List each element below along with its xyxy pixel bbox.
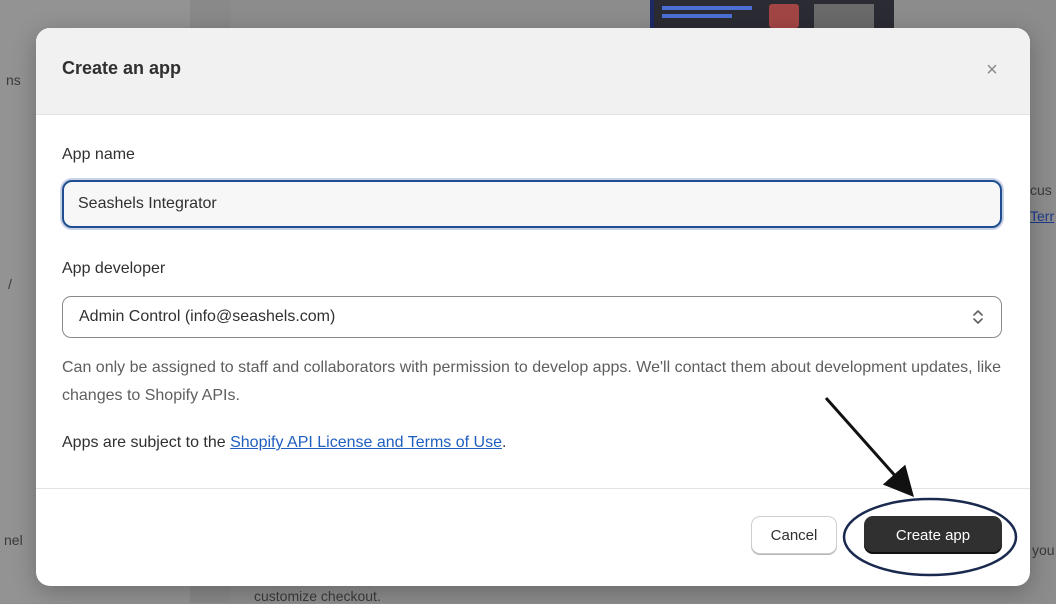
cancel-button[interactable]: Cancel	[751, 516, 837, 554]
app-developer-label: App developer	[62, 260, 166, 277]
app-developer-selected-value: Admin Control (info@seashels.com)	[79, 308, 336, 325]
terms-notice: Apps are subject to the Shopify API Lice…	[62, 434, 506, 452]
dialog-title: Create an app	[62, 58, 182, 78]
terms-suffix: .	[501, 434, 507, 451]
create-app-dialog: Create an app × App name Seashels Integr…	[36, 28, 1030, 586]
background-link-fragment: Terr	[1030, 208, 1055, 224]
dialog-header: Create an app ×	[36, 28, 1030, 115]
app-developer-select[interactable]: Admin Control (info@seashels.com)	[62, 296, 1002, 338]
background-text-fragment: you	[1032, 542, 1055, 558]
background-text-fragment: /	[8, 276, 12, 292]
app-name-label: App name	[62, 146, 135, 163]
app-name-value: Seashels Integrator	[78, 195, 217, 212]
create-app-button[interactable]: Create app	[864, 516, 1002, 554]
close-button[interactable]: ×	[978, 56, 1006, 84]
close-icon: ×	[986, 58, 998, 81]
background-text-fragment: ns	[6, 72, 21, 88]
background-text-fragment: customize checkout.	[254, 588, 381, 604]
terms-link[interactable]: Shopify API License and Terms of Use	[230, 434, 502, 451]
app-name-input[interactable]: Seashels Integrator	[62, 180, 1002, 228]
app-developer-help-text: Can only be assigned to staff and collab…	[62, 359, 1002, 404]
terms-prefix: Apps are subject to the	[62, 434, 231, 451]
background-text-fragment: cus	[1030, 182, 1052, 198]
background-thumbnail	[650, 0, 894, 30]
footer-divider	[36, 488, 1030, 489]
background-text-fragment: nel	[4, 532, 23, 548]
select-chevron-icon	[973, 310, 983, 324]
